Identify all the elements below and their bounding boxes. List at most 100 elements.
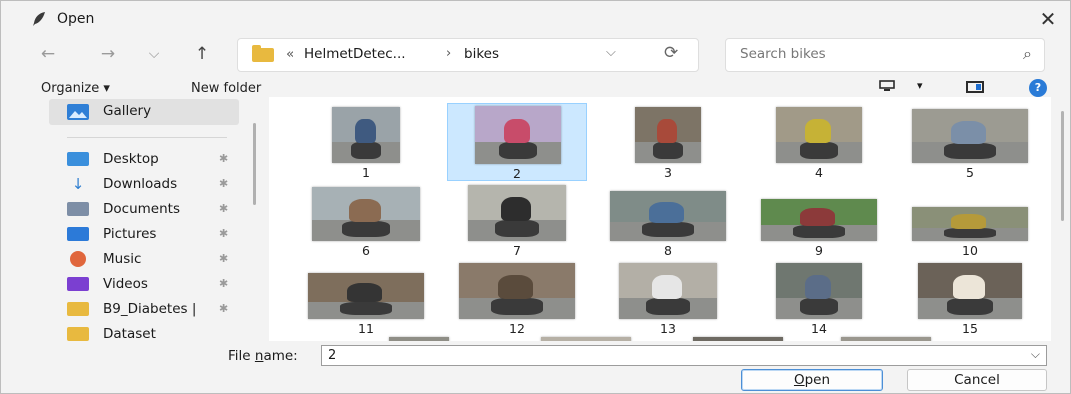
sidebar-item-pictures[interactable]: Pictures ✱ [67,224,243,246]
sidebar-item-label: Downloads [103,176,178,192]
preview-pane-icon[interactable] [966,81,984,93]
file-name-label: 4 [815,165,823,180]
file-name-label: 13 [660,321,676,336]
open-button[interactable]: Open [741,369,883,391]
feather-icon [33,12,45,26]
sidebar-item-b9-diabetes[interactable]: B9_Diabetes | ✱ [67,299,243,321]
sidebar-item-label: Music [103,251,142,267]
file-list: 1 2 3 4 5 6 7 8 9 10 11 12 13 14 15 [269,97,1051,341]
sidebar-item-videos[interactable]: Videos ✱ [67,274,243,296]
file-item-2[interactable]: 2 [447,103,587,181]
pin-icon: ✱ [219,227,229,240]
search-icon[interactable]: ⌕ [1023,44,1032,64]
sidebar-item-label: Desktop [103,151,159,167]
sidebar-item-label: Videos [103,276,148,292]
breadcrumb-helmetdetec[interactable]: HelmetDetec... [304,46,406,62]
file-name-label: 2 [513,166,521,181]
navigation-pane: Gallery Desktop ✱ ↓ Downloads ✱ Documents ✱ Pic… [1,97,263,341]
search-box[interactable]: Search bikes ⌕ [725,38,1045,72]
sidebar-item-label: B9_Diabetes | [103,301,197,317]
cancel-button[interactable]: Cancel [907,369,1047,391]
file-name-label: 1 [362,165,370,180]
documents-icon [67,202,89,216]
close-button[interactable]: ✕ [1034,7,1062,31]
sidebar-item-downloads[interactable]: ↓ Downloads ✱ [67,174,243,196]
file-name-label: File name: [228,348,298,364]
file-name-label: 5 [966,165,974,180]
open-file-dialog: Open ✕ ← → ⌵ ↑ « HelmetDetec... › bikes … [0,0,1071,394]
file-item-3[interactable]: 3 [598,103,738,181]
file-name-label: 14 [811,321,827,336]
help-icon[interactable]: ? [1029,79,1047,97]
file-item-9[interactable]: 9 [749,181,889,259]
image-thumbnail [918,263,1022,319]
recent-locations-button[interactable]: ⌵ [143,43,165,65]
image-thumbnail [761,199,877,241]
image-thumbnail [912,207,1028,241]
file-item-6[interactable]: 6 [296,181,436,259]
file-item-14[interactable]: 14 [749,259,889,337]
file-name-value: 2 [328,348,337,363]
file-name-label: 15 [962,321,978,336]
sidebar-item-label: Documents [103,201,180,217]
file-name-dropdown-button[interactable]: ⌵ [1031,347,1040,362]
desktop-icon [67,152,89,166]
sidebar-item-label: Pictures [103,226,157,242]
image-thumbnail [332,107,400,163]
dialog-footer: File name: 2 ⌵ Open Cancel [1,341,1070,393]
file-item-10[interactable]: 10 [900,181,1040,259]
sidebar-item-gallery[interactable]: Gallery [49,99,239,125]
forward-button[interactable]: → [97,43,119,65]
gallery-icon [67,104,89,120]
image-thumbnail [776,263,862,319]
new-folder-button[interactable]: New folder [191,81,261,96]
pictures-icon [67,227,89,241]
breadcrumb-overflow[interactable]: « [286,46,294,62]
title-bar: Open ✕ [1,1,1070,39]
image-thumbnail [312,187,420,241]
folder-icon [67,327,89,341]
image-thumbnail [468,185,566,241]
address-bar[interactable]: « HelmetDetec... › bikes ⌵ ⟳ [237,38,699,72]
sidebar-item-music[interactable]: Music ✱ [67,249,243,271]
file-name-label: 11 [358,321,374,336]
file-item-4[interactable]: 4 [749,103,889,181]
sidebar-item-documents[interactable]: Documents ✱ [67,199,243,221]
file-name-label: 3 [664,165,672,180]
file-item-1[interactable]: 1 [296,103,436,181]
file-item-12[interactable]: 12 [447,259,587,337]
download-icon: ↓ [71,175,85,193]
file-name-label: 10 [962,243,978,258]
file-name-label-text: File name: [228,348,298,364]
view-options-icon[interactable] [879,80,895,92]
view-dropdown-button[interactable]: ▾ [917,79,923,92]
breadcrumb-separator[interactable]: › [446,46,451,61]
pin-icon: ✱ [219,277,229,290]
pin-icon: ✱ [219,302,229,315]
videos-icon [67,277,89,291]
image-thumbnail [475,106,561,164]
image-thumbnail [610,191,726,241]
up-button[interactable]: ↑ [191,43,213,65]
file-name-label: 8 [664,243,672,258]
file-item-5[interactable]: 5 [900,103,1040,181]
file-item-15[interactable]: 15 [900,259,1040,337]
file-name-label: 7 [513,243,521,258]
file-item-8[interactable]: 8 [598,181,738,259]
back-button[interactable]: ← [37,43,59,65]
music-icon [70,251,86,267]
organize-button[interactable]: Organize ▾ [41,81,110,96]
sidebar-item-dataset[interactable]: Dataset [67,324,243,341]
refresh-icon[interactable]: ⟳ [664,43,678,63]
sidebar-item-desktop[interactable]: Desktop ✱ [67,149,243,171]
file-list-scrollbar[interactable] [1061,111,1064,221]
address-dropdown-button[interactable]: ⌵ [606,45,616,60]
sidebar-scrollbar[interactable] [253,123,256,205]
file-item-7[interactable]: 7 [447,181,587,259]
file-name-input[interactable]: 2 ⌵ [321,345,1047,366]
file-item-13[interactable]: 13 [598,259,738,337]
pin-icon: ✱ [219,202,229,215]
file-item-11[interactable]: 11 [296,259,436,337]
folder-icon [252,45,274,62]
breadcrumb-bikes[interactable]: bikes [464,46,499,62]
